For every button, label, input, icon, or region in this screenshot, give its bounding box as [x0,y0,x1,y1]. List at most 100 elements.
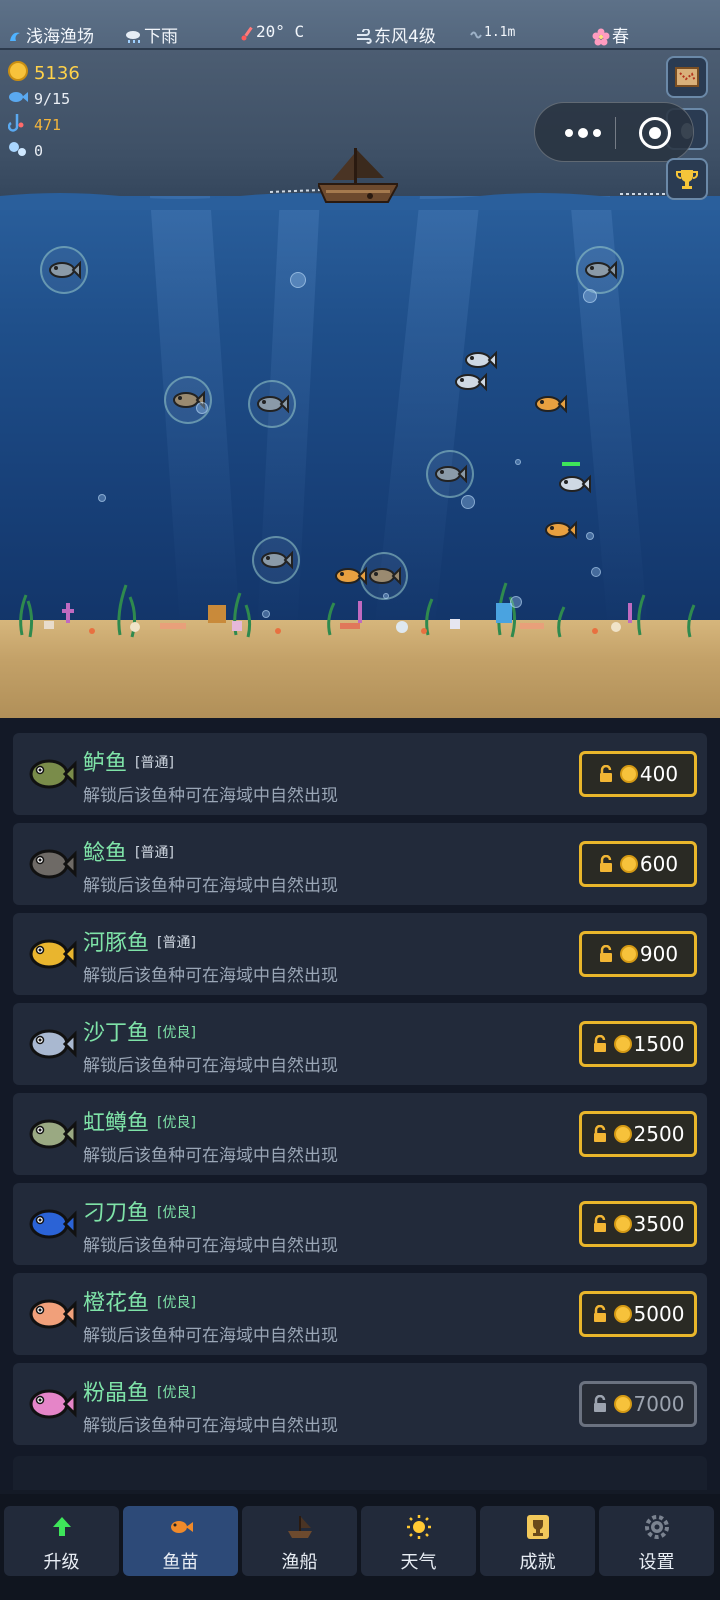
fish-fry-icon [171,1521,193,1533]
map-button[interactable] [666,56,708,98]
unlock-price: 900 [639,942,679,966]
species-description: 解锁后该鱼种可在海域中自然出现 [83,876,338,896]
gear-icon [645,1515,669,1539]
close-mini-program-button[interactable] [639,117,671,149]
map-icon [675,67,699,87]
weather-text: 下雨 [144,27,178,47]
species-row: 沙丁鱼 [优良] 解锁后该鱼种可在海域中自然出现 1500 [13,1003,707,1085]
unlock-price: 2500 [633,1122,685,1146]
air-bubble[interactable] [383,593,389,599]
species-rarity-tag: [优良] [157,1385,196,1401]
species-fish-icon [29,849,77,879]
capsule-divider [615,117,616,149]
unlock-button[interactable]: 5000 [579,1291,697,1337]
wave-height-text: 1.1m [484,25,516,40]
blossom-icon [592,28,610,46]
species-rarity-tag: [优良] [157,1205,196,1221]
wind-label: 东风4级 [356,22,436,47]
species-name-text: 鲶鱼 [83,841,128,866]
species-description: 解锁后该鱼种可在海域中自然出现 [83,966,338,986]
temperature-text: 20° C [256,22,305,41]
more-options-button[interactable] [557,121,617,145]
species-panel[interactable]: 鲈鱼 [普通] 解锁后该鱼种可在海域中自然出现 400 鲶鱼 [普通] 解锁后该鱼种可在海域… [0,718,720,1490]
air-bubble[interactable] [510,596,522,608]
lock-icon [599,855,612,872]
swimming-fish[interactable] [543,520,577,540]
achievement-shortcut-button[interactable] [666,158,708,200]
coin-icon [613,1125,632,1143]
swimming-fish[interactable] [463,350,497,370]
location-label: 浅海渔场 [8,22,94,47]
fish-icon [8,90,30,108]
swimming-fish[interactable] [47,260,81,280]
species-name-text: 橙花鱼 [83,1291,150,1316]
tab-ship[interactable]: 渔船 [242,1506,357,1576]
species-name: 虹鳟鱼 [优良] [83,1105,196,1137]
swimming-fish[interactable] [367,566,401,586]
tab-achievement[interactable]: 成就 [480,1506,595,1576]
swimming-fish[interactable] [557,474,591,494]
coin-icon [613,1035,632,1053]
tab-fish-fry[interactable]: 鱼苗 [123,1506,238,1576]
fish-count-stat: 9/15 [8,86,80,112]
tab-upgrade-label: 升级 [43,1552,80,1573]
swimming-fish[interactable] [453,372,487,392]
air-bubble[interactable] [586,532,594,540]
location-text: 浅海渔场 [26,27,94,47]
species-description: 解锁后该鱼种可在海域中自然出现 [83,1326,338,1346]
air-bubble[interactable] [461,495,475,509]
species-rarity-tag: [普通] [135,755,174,771]
tab-settings-label: 设置 [638,1552,675,1573]
rain-cloud-icon [126,31,140,43]
gold-value: 5136 [34,62,80,84]
unlock-button[interactable]: 400 [579,751,697,797]
bubbles-icon [8,140,30,162]
unlock-price: 1500 [633,1032,685,1056]
fishing-boat[interactable] [318,146,398,208]
swimming-fish[interactable] [583,260,617,280]
unlock-button[interactable]: 3500 [579,1201,697,1247]
swimming-fish[interactable] [259,550,293,570]
air-bubble[interactable] [583,289,597,303]
species-rarity-tag: [普通] [157,935,196,951]
wind-icon [357,29,372,44]
air-bubble[interactable] [591,567,601,577]
unlock-button[interactable]: 900 [579,931,697,977]
lock-icon [593,1215,606,1232]
air-bubble[interactable] [98,494,106,502]
swimming-fish[interactable] [533,394,567,414]
air-bubble[interactable] [262,610,270,618]
seaweed-decor [19,582,696,638]
species-description: 解锁后该鱼种可在海域中自然出现 [83,1416,338,1436]
air-bubble[interactable] [515,459,521,465]
air-bubble[interactable] [290,272,306,288]
temperature-label: 20° C [240,22,304,41]
gold-stat: 5136 [8,60,80,86]
coin-icon [613,1215,632,1233]
tab-weather[interactable]: 天气 [361,1506,476,1576]
wind-text: 东风4级 [374,27,436,47]
bubble-value: 0 [34,142,44,160]
unlock-button[interactable]: 600 [579,841,697,887]
wave-height-icon [470,31,482,38]
unlock-button[interactable]: 1500 [579,1021,697,1067]
unlock-button[interactable]: 7000 [579,1381,697,1427]
tab-upgrade[interactable]: 升级 [4,1506,119,1576]
species-fish-icon [29,939,77,969]
species-name-text: 河豚鱼 [83,931,150,956]
lock-icon [593,1395,606,1412]
swimming-fish[interactable] [433,464,467,484]
trophy-icon [527,1515,549,1539]
swimming-fish[interactable] [333,566,367,586]
species-row: 橙花鱼 [优良] 解锁后该鱼种可在海域中自然出现 5000 [13,1273,707,1355]
bubble-stat: 0 [8,138,80,164]
species-name: 橙花鱼 [优良] [83,1285,196,1317]
season-label: 春 [592,22,629,47]
thermometer-icon [241,26,253,40]
bait-value: 471 [34,116,62,134]
air-bubble[interactable] [196,402,208,414]
unlock-button[interactable]: 2500 [579,1111,697,1157]
tab-settings[interactable]: 设置 [599,1506,714,1576]
swimming-fish[interactable] [255,394,289,414]
upgrade-arrow-icon [53,1517,71,1536]
